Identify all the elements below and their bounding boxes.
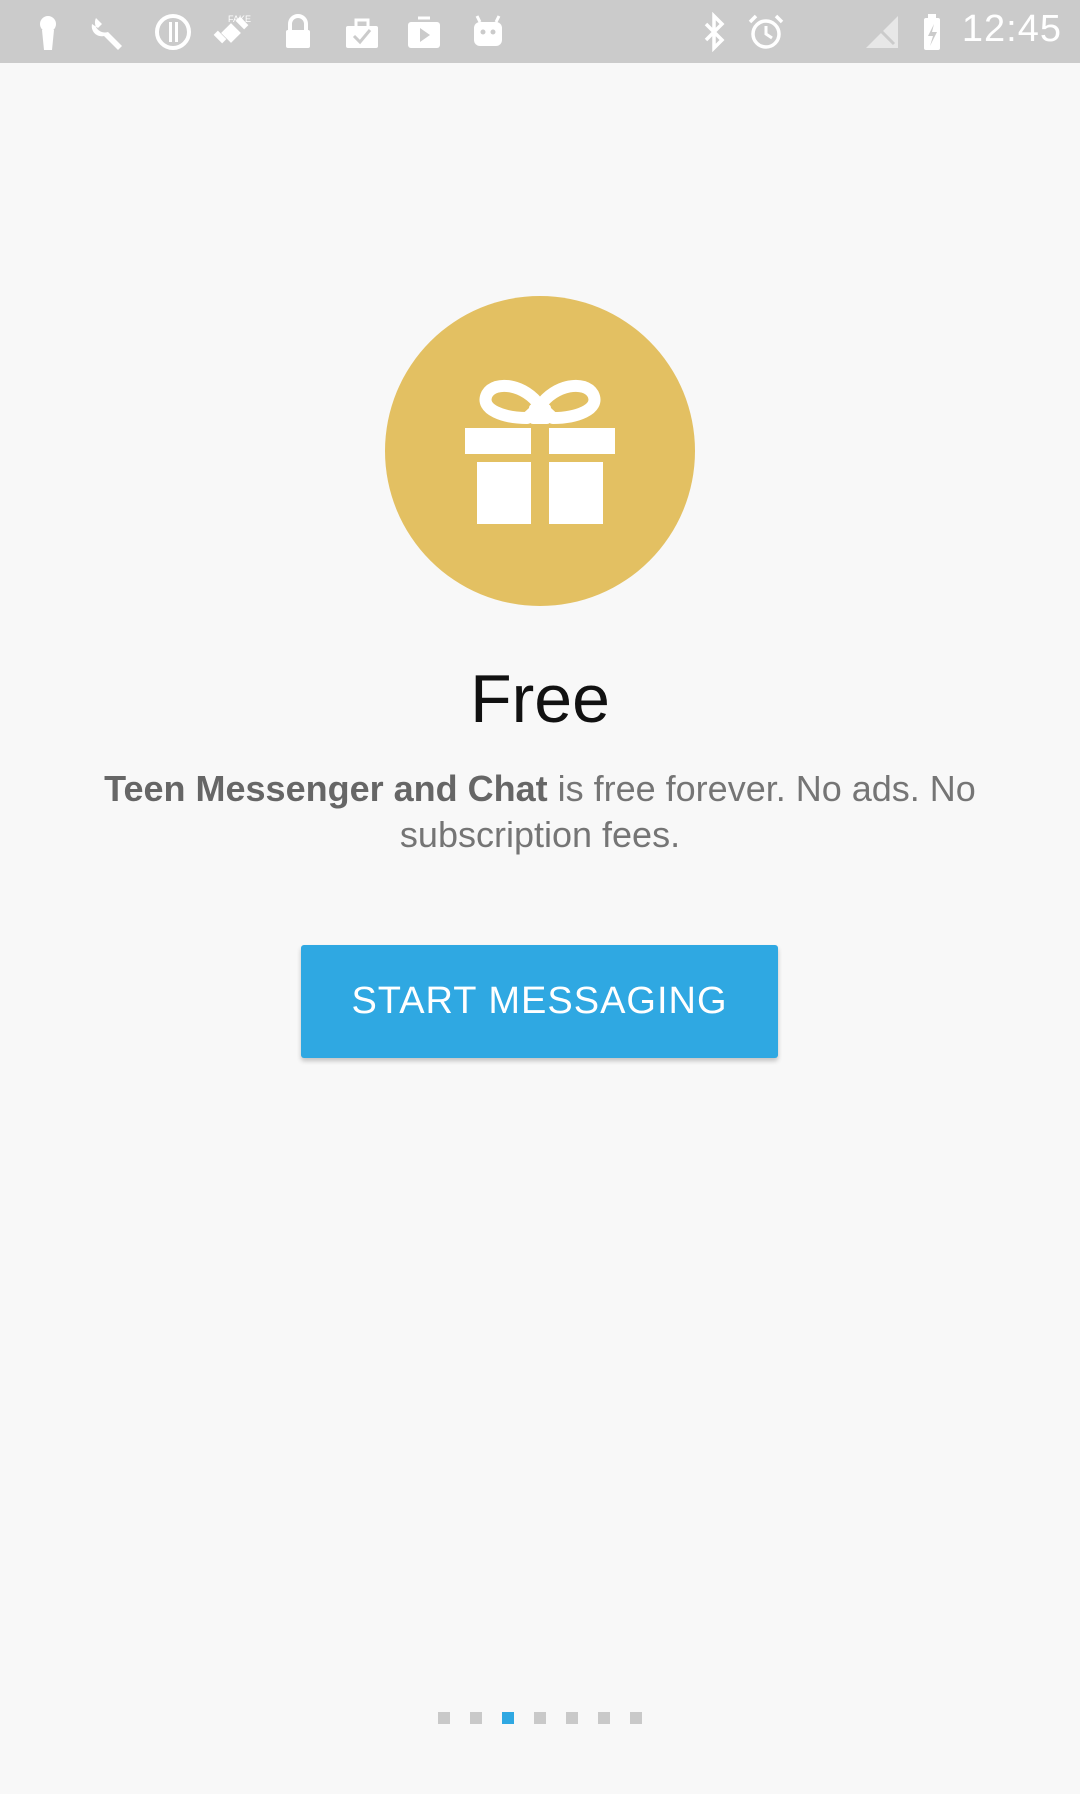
bluetooth-icon (694, 12, 734, 52)
start-messaging-button[interactable]: START MESSAGING (301, 945, 778, 1058)
page-dot-active[interactable] (502, 1712, 514, 1724)
page-dot[interactable] (566, 1712, 578, 1724)
lock-icon (278, 12, 318, 52)
alarm-icon (746, 12, 786, 52)
svg-text:FAKE: FAKE (228, 14, 251, 24)
info-icon (153, 12, 193, 52)
battery-icon (916, 12, 956, 52)
gift-icon (465, 380, 615, 524)
play-store-icon (404, 12, 444, 52)
page-dot[interactable] (534, 1712, 546, 1724)
page-indicator (0, 1712, 1080, 1724)
fake-gps-icon: FAKE (212, 12, 252, 52)
page-dot[interactable] (630, 1712, 642, 1724)
briefcase-check-icon (342, 12, 382, 52)
page-dot[interactable] (598, 1712, 610, 1724)
status-time: 12:45 (961, 8, 1062, 50)
wrench-icon (88, 12, 128, 52)
app-name-label: Teen Messenger and Chat (104, 768, 548, 809)
android-icon (468, 12, 508, 52)
page-dot[interactable] (470, 1712, 482, 1724)
page-title: Free (470, 661, 610, 737)
page-dot[interactable] (438, 1712, 450, 1724)
status-bar: FAKE 12:45 (0, 0, 1080, 63)
keyhole-icon (28, 12, 68, 52)
description: Teen Messenger and Chat is free forever.… (90, 766, 990, 858)
signal-icon (862, 12, 902, 52)
gift-badge (385, 296, 695, 606)
